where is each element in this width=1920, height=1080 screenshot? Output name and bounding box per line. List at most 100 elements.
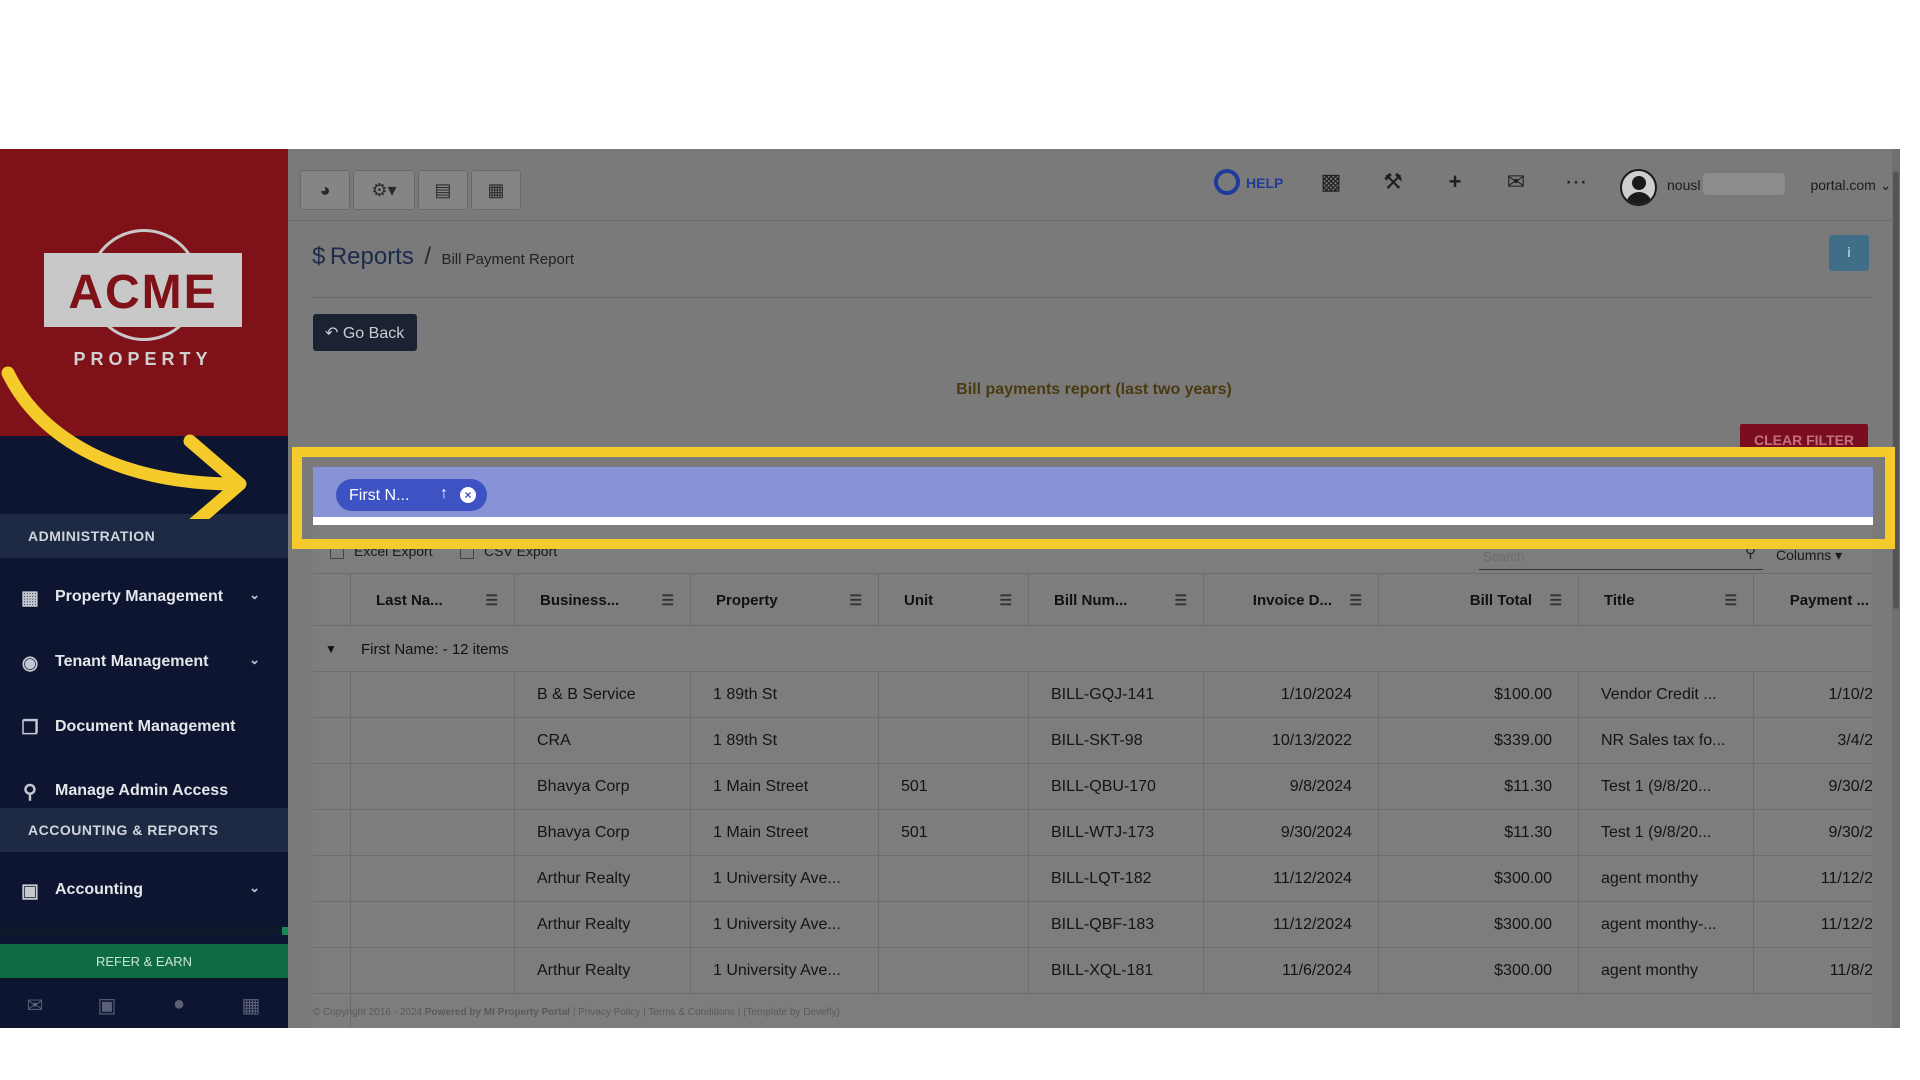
- sidebar-item-tenant-management[interactable]: ◉ Tenant Management ⌄: [0, 632, 288, 692]
- briefcase-icon[interactable]: ▣: [94, 993, 120, 1019]
- table-row[interactable]: Bhavya Corp 1 Main Street 501 BILL-QBU-170 9…: [313, 764, 1873, 810]
- cell-business: Bhavya Corp: [515, 810, 691, 856]
- table-row[interactable]: CRA 1 89th St BILL-SKT-98 10/13/2022 $339.00…: [313, 718, 1873, 764]
- table-row[interactable]: Arthur Realty 1 University Ave... BILL-QBF…: [313, 902, 1873, 948]
- column-header-payment[interactable]: Payment ...: [1754, 574, 1873, 626]
- calculator-icon[interactable]: ▦: [238, 993, 264, 1019]
- refer-and-earn-button[interactable]: REFER & EARN: [0, 944, 288, 978]
- chevron-down-icon: ⌄: [249, 587, 260, 602]
- calendar-button[interactable]: ▤: [418, 170, 468, 210]
- column-header-property[interactable]: Property ☰: [691, 574, 879, 626]
- money-icon: ▣: [21, 881, 39, 902]
- group-row-label: First Name: - 12 items: [361, 641, 509, 658]
- filter-icon[interactable]: ☰: [1174, 592, 1187, 609]
- info-button[interactable]: i: [1829, 235, 1869, 271]
- sidebar-scroll-indicator: [0, 927, 288, 935]
- filter-icon[interactable]: ☰: [999, 592, 1012, 609]
- column-header-title[interactable]: Title ☰: [1579, 574, 1754, 626]
- cell-title: Vendor Credit ...: [1579, 672, 1754, 718]
- cell-last-name: [351, 718, 515, 764]
- cell-property: 1 University Ave...: [691, 902, 879, 948]
- help-link[interactable]: HELP: [1246, 175, 1283, 191]
- search-input[interactable]: Search: [1483, 549, 1524, 564]
- header-spacer: [313, 574, 351, 626]
- cell-property: 1 89th St: [691, 718, 879, 764]
- bar-chart-icon[interactable]: ▩: [1316, 169, 1346, 197]
- cell-payment: 3/4/2: [1837, 732, 1873, 749]
- page-scrollbar[interactable]: [1892, 149, 1900, 1028]
- cell-invoice-date: 9/8/2024: [1204, 764, 1379, 810]
- calculator-button[interactable]: ▦: [471, 170, 521, 210]
- divider: [312, 297, 1872, 298]
- cell-invoice-date: 9/30/2024: [1204, 810, 1379, 856]
- column-header-invoice-date[interactable]: Invoice D... ☰: [1204, 574, 1379, 626]
- user-email-end: portal.com: [1810, 177, 1876, 193]
- filter-icon[interactable]: ☰: [849, 592, 862, 609]
- cell-title: Test 1 (9/8/20...: [1579, 810, 1754, 856]
- column-header-last-name[interactable]: Last Na... ☰: [351, 574, 515, 626]
- filter-icon[interactable]: ☰: [661, 592, 674, 609]
- table-row[interactable]: Arthur Realty 1 University Ave... BILL-XQL…: [313, 948, 1873, 994]
- sidebar-item-label: Document Management: [55, 718, 236, 735]
- back-arrow-icon: ↶: [325, 325, 339, 342]
- cell-unit: [879, 948, 1029, 994]
- more-icon[interactable]: ⋯: [1561, 169, 1591, 197]
- group-row[interactable]: ▼ First Name: - 12 items: [313, 626, 1873, 672]
- table-row[interactable]: Bhavya Corp 1 Main Street 501 BILL-WTJ-173 9…: [313, 810, 1873, 856]
- caret-down-icon[interactable]: ▼: [325, 642, 337, 656]
- filter-icon[interactable]: ☰: [1549, 592, 1562, 609]
- documents-icon: ❐: [21, 718, 39, 739]
- cell-unit: [879, 718, 1029, 764]
- filter-icon[interactable]: ☰: [1349, 592, 1362, 609]
- table-header: Last Na... ☰ Business... ☰ Property ☰ Unit ☰…: [313, 573, 1873, 626]
- cell-invoice-date: 10/13/2022: [1204, 718, 1379, 764]
- column-header-unit[interactable]: Unit ☰: [879, 574, 1029, 626]
- sidebar-item-label: Manage Admin Access: [55, 782, 229, 799]
- column-header-business[interactable]: Business... ☰: [515, 574, 691, 626]
- table-row[interactable]: Arthur Realty 1 University Ave... BILL-LQT…: [313, 856, 1873, 902]
- cell-bill-number: BILL-SKT-98: [1029, 718, 1204, 764]
- column-header-bill-number[interactable]: Bill Num... ☰: [1029, 574, 1204, 626]
- dashboard-button[interactable]: ◕: [300, 170, 350, 210]
- footer-powered-by[interactable]: Powered by MI Property Portal: [425, 1007, 570, 1018]
- cell-payment: 9/30/2: [1828, 778, 1873, 795]
- column-header-bill-total[interactable]: Bill Total ☰: [1379, 574, 1579, 626]
- cell-payment: 11/12/2: [1820, 870, 1873, 887]
- cell-bill-total: $11.30: [1379, 764, 1579, 810]
- cell-payment: 11/12/2: [1820, 916, 1873, 933]
- user-email-start: nousl: [1667, 177, 1701, 193]
- table-row[interactable]: B & B Service 1 89th St BILL-GQJ-141 1/10/2…: [313, 672, 1873, 718]
- section-accounting-reports: ACCOUNTING & REPORTS: [0, 808, 288, 852]
- sidebar-item-accounting[interactable]: ▣ Accounting ⌄: [0, 860, 288, 920]
- users-icon: ◉: [21, 653, 39, 674]
- columns-button[interactable]: Columns ▾: [1776, 547, 1842, 564]
- footer-privacy-link[interactable]: Privacy Policy: [578, 1007, 640, 1018]
- go-back-button[interactable]: ↶ Go Back: [313, 314, 417, 351]
- chevron-down-icon: ⌄: [1879, 177, 1892, 193]
- filter-icon[interactable]: ☰: [485, 592, 498, 609]
- footer-copyright: © Copyright 2016 - 2024: [313, 1007, 423, 1018]
- cell-title: NR Sales tax fo...: [1579, 718, 1754, 764]
- cell-unit: 501: [879, 764, 1029, 810]
- plus-icon[interactable]: +: [1440, 169, 1470, 197]
- footer-terms-link[interactable]: Terms & Conditions: [648, 1007, 735, 1018]
- wrench-icon[interactable]: ⚒: [1378, 169, 1408, 197]
- calculator-icon: ▦: [487, 180, 505, 200]
- sidebar-item-property-management[interactable]: ▦ Property Management ⌄: [0, 567, 288, 627]
- settings-dropdown-button[interactable]: ⚙▾: [353, 170, 415, 210]
- cell-payment: 9/30/2: [1828, 824, 1873, 841]
- mail-icon[interactable]: ✉: [22, 993, 48, 1019]
- calendar-icon: ▤: [434, 180, 452, 200]
- sidebar-item-document-management[interactable]: ❐ Document Management: [0, 697, 288, 757]
- app-window: ACME PROPERTY ADMINISTRATION ▦ Property …: [0, 149, 1920, 1028]
- lifebuoy-icon[interactable]: [1214, 169, 1240, 195]
- main-content: ◕ ⚙▾ ▤ ▦ HELP ▩ ⚒ + ✉ ⋯ nousl portal.com …: [288, 149, 1900, 1028]
- avatar[interactable]: [1620, 169, 1657, 206]
- mail-icon[interactable]: ✉: [1501, 169, 1531, 197]
- report-title: Bill payments report (last two years): [956, 381, 1232, 398]
- cell-payment: 1/10/2: [1828, 686, 1873, 703]
- breadcrumb-reports[interactable]: Reports: [330, 243, 414, 270]
- filter-icon[interactable]: ☰: [1724, 592, 1737, 609]
- cell-business: Arthur Realty: [515, 902, 691, 948]
- person-icon[interactable]: ●: [166, 993, 192, 1019]
